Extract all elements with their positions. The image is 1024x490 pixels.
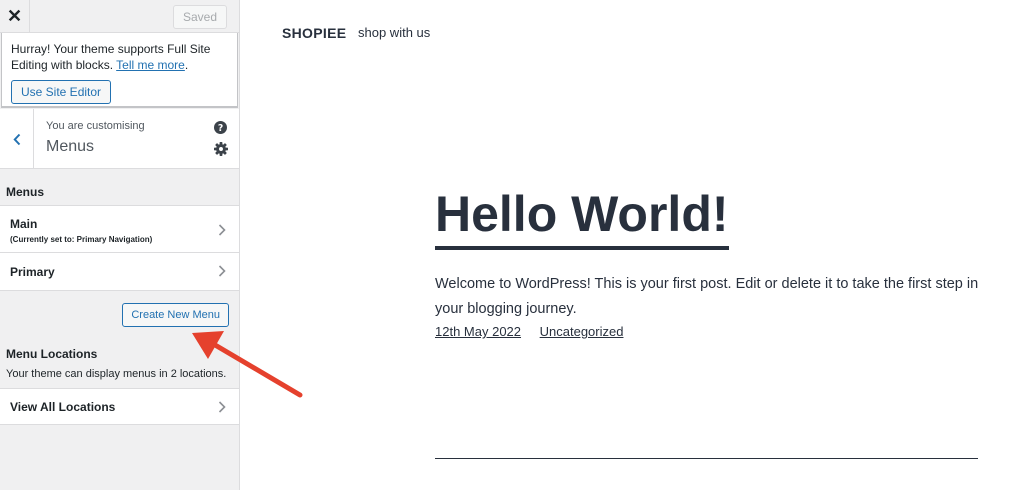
menu-item-main[interactable]: Main (Currently set to: Primary Navigati… <box>0 205 239 253</box>
close-button[interactable]: ✕ <box>0 0 30 33</box>
menu-locations-description: Your theme can display menus in 2 locati… <box>6 368 227 380</box>
fse-notice: Hurray! Your theme supports Full Site Ed… <box>1 33 238 108</box>
saved-button[interactable]: Saved <box>172 5 227 29</box>
customizer-sidebar: ✕ Saved Hurray! Your theme supports Full… <box>0 0 240 490</box>
menu-item-primary[interactable]: Primary <box>0 253 239 291</box>
post-date-link[interactable]: 12th May 2022 <box>435 324 521 339</box>
site-preview: SHOPIEE shop with us Hello World! Welcom… <box>241 0 1024 490</box>
post-category-link[interactable]: Uncategorized <box>540 324 624 339</box>
help-icon[interactable]: ? <box>214 121 227 134</box>
create-new-menu-button[interactable]: Create New Menu <box>122 303 229 327</box>
back-button[interactable] <box>0 109 34 169</box>
post-separator <box>435 458 978 459</box>
menus-heading: Menus <box>6 185 45 199</box>
svg-text:?: ? <box>218 123 223 134</box>
post-title[interactable]: Hello World! <box>435 186 729 250</box>
chevron-right-icon <box>218 401 226 413</box>
close-icon: ✕ <box>6 6 23 26</box>
post-meta: 12th May 2022 Uncategorized <box>435 324 638 339</box>
post-excerpt: Welcome to WordPress! This is your first… <box>435 276 979 317</box>
customizer-header: ✕ Saved <box>0 0 239 33</box>
customising-label: You are customising <box>46 120 145 132</box>
gear-icon[interactable] <box>214 142 228 156</box>
view-all-locations-item[interactable]: View All Locations <box>0 388 239 425</box>
menu-locations-heading: Menu Locations <box>6 347 98 361</box>
chevron-left-icon <box>12 133 20 145</box>
create-menu-row: Create New Menu <box>0 291 239 328</box>
view-all-locations-label: View All Locations <box>10 400 116 414</box>
menu-item-title: Main <box>10 217 38 231</box>
panel-header: You are customising Menus ? <box>0 109 239 169</box>
menu-item-subtitle: (Currently set to: Primary Navigation) <box>10 235 153 244</box>
notice-text: Hurray! Your theme supports Full Site Ed… <box>11 41 228 73</box>
menu-item-title: Primary <box>10 265 55 279</box>
tell-me-more-link[interactable]: Tell me more <box>116 58 185 72</box>
use-site-editor-button[interactable]: Use Site Editor <box>11 80 112 104</box>
panel-title: Menus <box>46 138 95 155</box>
notice-period: . <box>184 58 189 72</box>
chevron-right-icon <box>218 265 226 277</box>
site-tagline: shop with us <box>358 25 431 40</box>
site-title[interactable]: SHOPIEE <box>282 25 346 41</box>
chevron-right-icon <box>218 224 226 236</box>
